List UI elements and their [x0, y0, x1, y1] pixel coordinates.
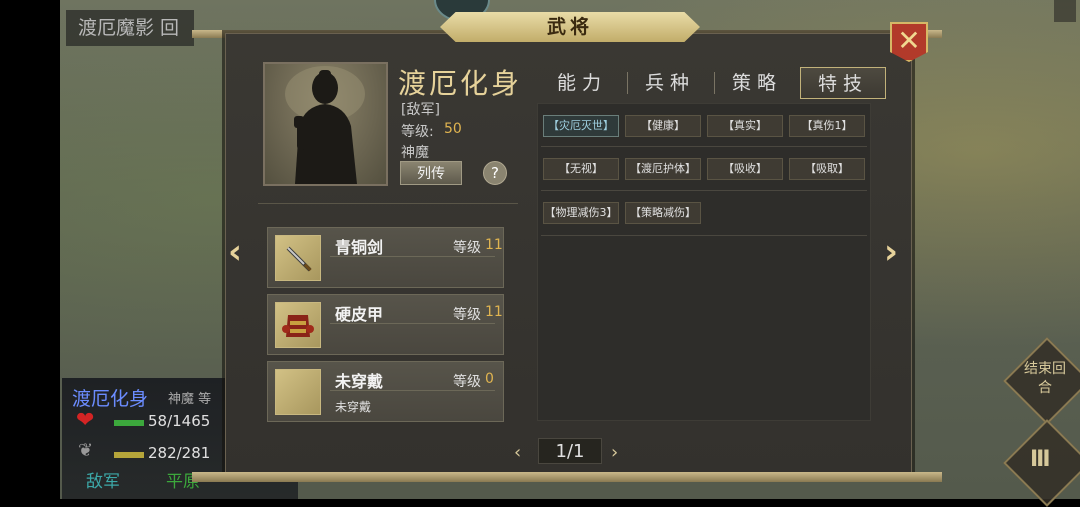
armor-icon: [275, 302, 321, 348]
tab-special-skills[interactable]: 特技: [800, 67, 886, 99]
equipment-level-label: 等级: [453, 307, 481, 323]
skill-chip[interactable]: 【物理减伤3】: [543, 202, 619, 224]
equipment-slot-weapon[interactable]: 青铜剑 等级 11: [267, 227, 504, 288]
tab-ability[interactable]: 能力: [540, 67, 624, 99]
equipment-divider: [330, 256, 495, 257]
tab-troops[interactable]: 兵种: [628, 67, 712, 99]
unit-hp: 58/1465: [148, 412, 211, 430]
top-right-badge: [1054, 0, 1076, 22]
equipment-name: 硬皮甲: [335, 305, 384, 324]
general-portrait: [263, 62, 388, 186]
equipment-level-label: 等级: [453, 240, 481, 256]
unit-mp: 282/281: [148, 444, 211, 462]
general-level-label: 等级:: [401, 124, 434, 140]
mp-bar: [114, 452, 144, 458]
page-next-arrow[interactable]: ›: [611, 442, 618, 463]
equipment-name: 未穿戴: [335, 372, 384, 391]
close-x-icon: ✕: [897, 24, 921, 57]
biography-button[interactable]: 列传: [400, 161, 462, 185]
next-general-arrow[interactable]: ›: [884, 232, 898, 272]
skill-chip[interactable]: 【真伤1】: [789, 115, 865, 137]
skill-chip[interactable]: 【策略减伤】: [625, 202, 701, 224]
skill-chip[interactable]: 【吸取】: [789, 158, 865, 180]
empty-slot-icon: [275, 369, 321, 415]
general-name: 渡厄化身: [398, 67, 523, 100]
skill-row-divider: [541, 190, 867, 191]
end-turn-label[interactable]: 结束回合: [1022, 360, 1068, 398]
skill-chip[interactable]: 【无视】: [543, 158, 619, 180]
previous-general-arrow[interactable]: ‹: [228, 232, 242, 272]
equipment-subtext: 未穿戴: [335, 400, 372, 414]
unit-name: 渡厄化身: [72, 388, 149, 410]
general-race: 神魔: [401, 145, 429, 161]
general-faction: [敌军]: [401, 102, 440, 118]
unit-faction: 敌军: [86, 472, 120, 492]
skill-chip[interactable]: 【吸收】: [707, 158, 783, 180]
equipment-level-value: 11: [485, 237, 503, 253]
tab-strategy[interactable]: 策略: [715, 67, 799, 99]
heart-icon: ❤: [76, 408, 95, 433]
skill-chip[interactable]: 【健康】: [625, 115, 701, 137]
general-level-value: 50: [444, 121, 462, 137]
stage-title: 渡厄魔影 回: [66, 10, 194, 46]
leaf-icon: ❦: [78, 440, 94, 461]
skills-panel: [537, 103, 871, 421]
equipment-slot-armor[interactable]: 硬皮甲 等级 11: [267, 294, 504, 355]
equipment-level-value: 0: [485, 371, 494, 387]
help-button[interactable]: ?: [483, 161, 507, 185]
equipment-divider: [330, 390, 495, 391]
equipment-level-label: 等级: [453, 374, 481, 390]
skill-chip[interactable]: 【渡厄护体】: [625, 158, 701, 180]
panel-bottom-rail: [192, 472, 942, 482]
equipment-name: 青铜剑: [335, 238, 384, 257]
equipment-divider: [330, 323, 495, 324]
menu-icon[interactable]: III: [1030, 447, 1051, 472]
buddha-figure-icon: [285, 66, 365, 184]
skill-chip[interactable]: 【真实】: [707, 115, 783, 137]
skill-row-divider: [541, 235, 867, 236]
hp-bar: [114, 420, 144, 426]
divider: [258, 203, 518, 204]
page-indicator: 1/1: [538, 438, 602, 464]
dialog-title: 武将: [546, 16, 593, 38]
sword-icon: [275, 235, 321, 281]
unit-race: 神魔 等: [168, 392, 212, 407]
skill-row-divider: [541, 146, 867, 147]
equipment-slot-accessory[interactable]: 未穿戴 等级 0 未穿戴: [267, 361, 504, 422]
equipment-level-value: 11: [485, 304, 503, 320]
skill-chip[interactable]: 【灾厄灭世】: [543, 115, 619, 137]
page-prev-arrow[interactable]: ‹: [514, 442, 521, 463]
